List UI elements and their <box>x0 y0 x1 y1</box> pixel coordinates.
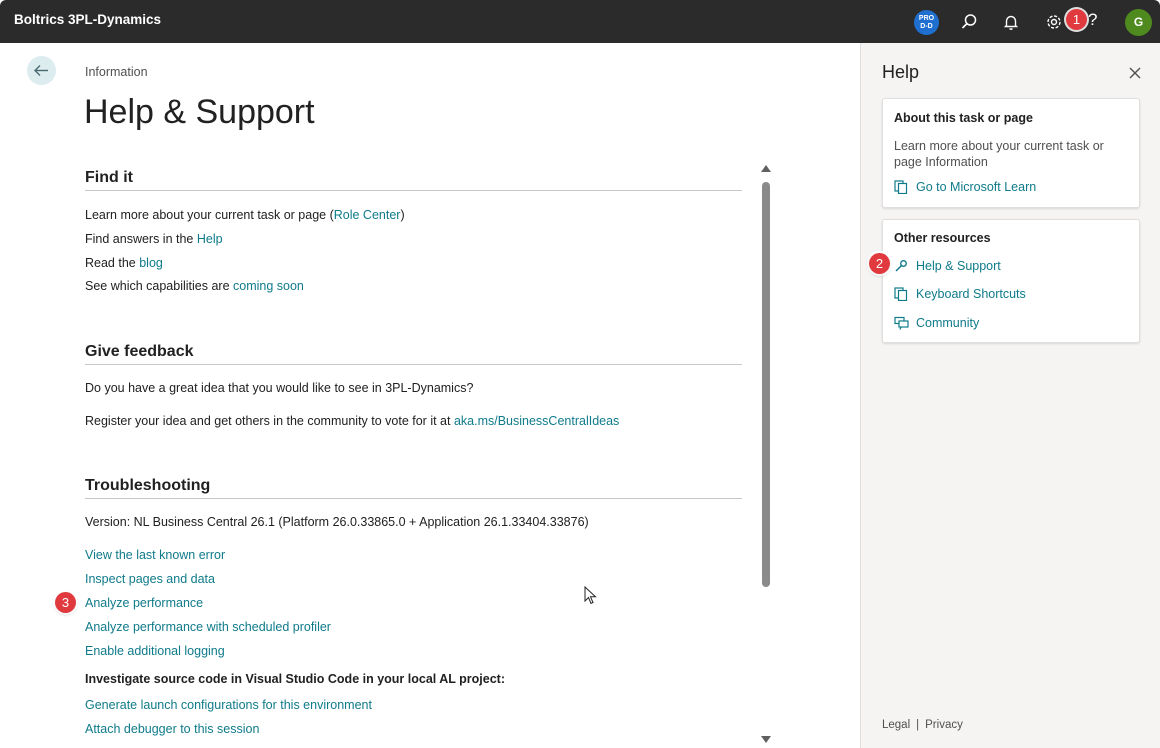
section-heading-troubleshooting: Troubleshooting <box>85 477 742 499</box>
app-title[interactable]: Boltrics 3PL-Dynamics <box>14 12 161 27</box>
view-last-error-link[interactable]: View the last known error <box>85 548 225 562</box>
bell-icon[interactable] <box>1001 12 1021 32</box>
privacy-link[interactable]: Privacy <box>925 719 963 731</box>
help-link[interactable]: Help <box>197 232 223 246</box>
section-heading-find-it: Find it <box>85 169 742 191</box>
generate-launch-config-link[interactable]: Generate launch configurations for this … <box>85 698 372 712</box>
legal-link[interactable]: Legal <box>882 719 910 731</box>
other-resources-title: Other resources <box>894 231 991 245</box>
about-task-title: About this task or page <box>894 111 1033 125</box>
section-heading-give-feedback: Give feedback <box>85 343 742 365</box>
blog-link[interactable]: blog <box>139 256 163 270</box>
help-and-support-label: Help & Support <box>916 259 1001 273</box>
avatar[interactable]: G <box>1125 9 1152 36</box>
environment-badge-line2: D-D <box>920 23 933 30</box>
scrollbar[interactable] <box>760 165 772 743</box>
business-central-ideas-link[interactable]: aka.ms/BusinessCentralIdeas <box>454 414 619 428</box>
find-it-line-task-prefix: Learn more about your current task or pa… <box>85 208 334 222</box>
find-it-line-blog-prefix: Read the <box>85 256 140 270</box>
annotation-marker-3: 3 <box>55 592 76 613</box>
vscode-heading: Investigate source code in Visual Studio… <box>85 672 505 686</box>
close-icon[interactable] <box>1128 66 1142 80</box>
find-it-line-coming-soon-prefix: See which capabilities are <box>85 279 233 293</box>
find-it-line-help: Find answers in the Help <box>85 232 223 246</box>
breadcrumb: Information <box>85 65 148 79</box>
mouse-cursor-icon <box>584 586 597 605</box>
annotation-marker-2: 2 <box>869 253 890 274</box>
top-bar: Boltrics 3PL-Dynamics PRO D-D ? G <box>0 0 1160 43</box>
additional-logging-link[interactable]: Enable additional logging <box>85 644 225 658</box>
find-it-line-task-suffix: ) <box>400 208 405 222</box>
feedback-line-register: Register your idea and get others in the… <box>85 414 619 428</box>
pages-icon <box>894 287 908 301</box>
find-it-line-task: Learn more about your current task or pa… <box>85 208 405 222</box>
about-task-text: Learn more about your current task or pa… <box>894 139 1104 169</box>
back-button[interactable] <box>27 56 56 85</box>
page-title: Help & Support <box>84 93 315 131</box>
search-icon[interactable] <box>959 12 979 32</box>
version-text: Version: NL Business Central 26.1 (Platf… <box>85 515 589 529</box>
analyze-performance-link[interactable]: Analyze performance <box>85 596 203 610</box>
help-pane-title: Help <box>882 62 920 82</box>
feedback-line-idea: Do you have a great idea that you would … <box>85 381 474 395</box>
about-task-card: About this task or page Learn more about… <box>882 98 1140 208</box>
other-resources-card: Other resources Help & Support Keyboard … <box>882 219 1140 343</box>
find-it-line-blog: Read the blog <box>85 256 163 270</box>
arrow-left-icon <box>34 65 48 76</box>
go-to-microsoft-learn-label: Go to Microsoft Learn <box>916 180 1037 194</box>
gear-icon[interactable] <box>1044 12 1064 32</box>
role-center-link[interactable]: Role Center <box>334 208 401 222</box>
attach-debugger-link[interactable]: Attach debugger to this session <box>85 722 259 736</box>
scroll-up-arrow-icon[interactable] <box>761 165 771 172</box>
chat-bubbles-icon <box>894 316 909 330</box>
environment-badge[interactable]: PRO D-D <box>914 10 939 35</box>
main-content: Information Help & Support Find it Learn… <box>0 43 860 748</box>
coming-soon-link[interactable]: coming soon <box>233 279 304 293</box>
keyboard-shortcuts-label: Keyboard Shortcuts <box>916 287 1026 301</box>
scheduled-profiler-link[interactable]: Analyze performance with scheduled profi… <box>85 620 331 634</box>
footer-separator: | <box>916 719 920 731</box>
pages-icon <box>894 180 908 194</box>
scrollbar-thumb[interactable] <box>762 182 770 587</box>
help-pane: Help About this task or page Learn more … <box>860 43 1160 748</box>
help-icon[interactable]: ? <box>1088 10 1097 30</box>
inspect-pages-link[interactable]: Inspect pages and data <box>85 572 215 586</box>
find-it-line-coming-soon: See which capabilities are coming soon <box>85 279 304 293</box>
help-pane-footer: Legal | Privacy <box>882 719 963 731</box>
community-label: Community <box>916 316 980 330</box>
find-it-line-help-prefix: Find answers in the <box>85 232 197 246</box>
annotation-marker-1: 1 <box>1066 9 1087 30</box>
environment-badge-line1: PRO <box>918 15 935 22</box>
scroll-down-arrow-icon[interactable] <box>761 736 771 743</box>
feedback-line-register-prefix: Register your idea and get others in the… <box>85 414 454 428</box>
wrench-icon <box>895 260 907 272</box>
